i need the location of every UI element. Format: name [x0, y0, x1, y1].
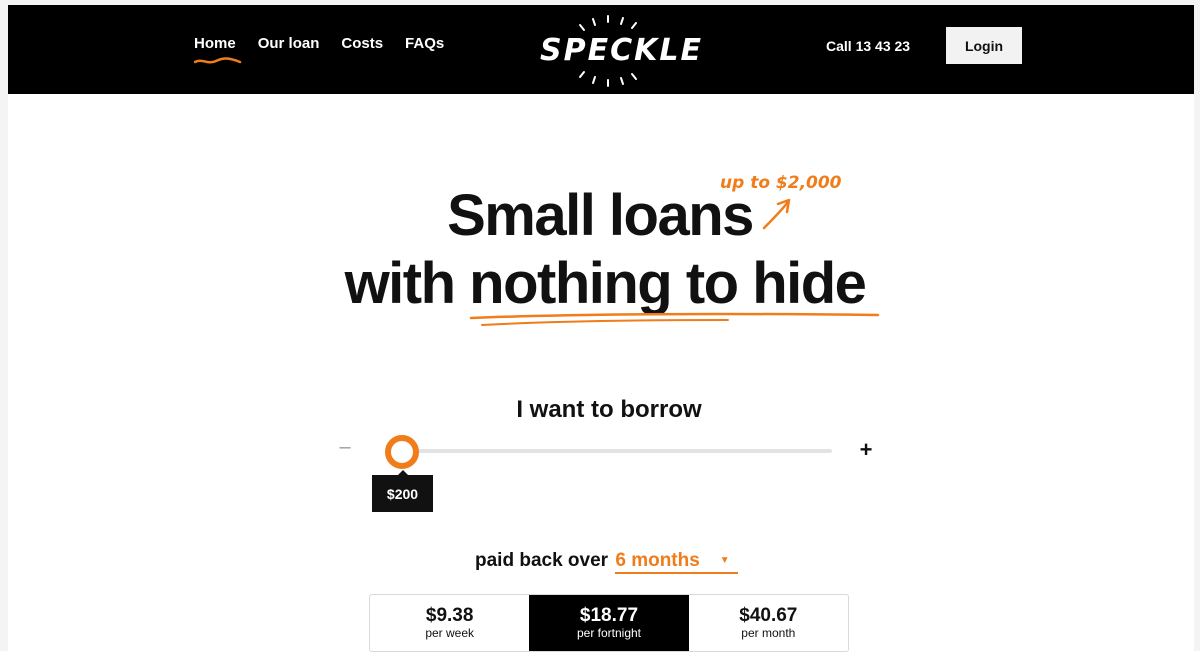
- left-edge: [0, 0, 8, 651]
- nav-our-loan[interactable]: Our loan: [258, 35, 320, 52]
- term-select[interactable]: 6 months ▼: [615, 550, 738, 574]
- repayment-options: $9.38 per week $18.77 per fortnight $40.…: [369, 594, 849, 652]
- term-prefix: paid back over: [475, 550, 614, 571]
- hero-heading-emphasis: nothing to hide: [469, 251, 867, 316]
- login-button[interactable]: Login: [946, 27, 1022, 64]
- amount-tooltip: $200: [372, 475, 433, 512]
- scribble-underline-icon: [469, 312, 880, 326]
- nav-costs[interactable]: Costs: [341, 35, 383, 52]
- repayment-amount: $18.77: [579, 605, 639, 626]
- brand-name: SPECKLE: [540, 33, 703, 68]
- brand-logo[interactable]: SPECKLE: [528, 13, 701, 89]
- borrow-title: I want to borrow: [516, 396, 702, 423]
- amount-slider-handle[interactable]: [385, 435, 419, 469]
- repayment-option-weekly[interactable]: $9.38 per week: [370, 595, 529, 651]
- repayment-option-monthly[interactable]: $40.67 per month: [689, 595, 848, 651]
- chevron-down-icon: ▼: [719, 555, 730, 567]
- repayment-period: per month: [741, 626, 796, 640]
- repayment-amount: $40.67: [739, 605, 798, 626]
- repayment-term: paid back over 6 months ▼: [475, 550, 738, 574]
- repayment-period: per fortnight: [576, 626, 642, 640]
- amount-slider-track[interactable]: [386, 449, 832, 453]
- increase-amount-button[interactable]: +: [857, 437, 875, 463]
- site-header: Home Our loan Costs FAQs SPECKLE Call 13…: [8, 5, 1194, 94]
- repayment-amount: $9.38: [425, 605, 474, 626]
- nav-faqs[interactable]: FAQs: [405, 35, 444, 52]
- hero-heading-line-2: with nothing to hide: [0, 250, 1200, 317]
- repayment-option-fortnightly[interactable]: $18.77 per fortnight: [529, 595, 689, 651]
- hero-heading-prefix: with: [344, 251, 470, 316]
- page: Home Our loan Costs FAQs SPECKLE Call 13…: [0, 0, 1200, 652]
- decrease-amount-button[interactable]: –: [336, 436, 354, 459]
- right-edge: [1194, 0, 1200, 651]
- active-nav-squiggle-icon: [194, 57, 242, 64]
- hero-heading-line-1: Small loans: [447, 183, 754, 248]
- phone-number[interactable]: Call 13 43 23: [826, 38, 910, 54]
- main-nav: Home Our loan Costs FAQs: [194, 35, 466, 52]
- term-select-value: 6 months: [615, 550, 700, 571]
- nav-home[interactable]: Home: [194, 35, 236, 52]
- repayment-period: per week: [425, 626, 475, 640]
